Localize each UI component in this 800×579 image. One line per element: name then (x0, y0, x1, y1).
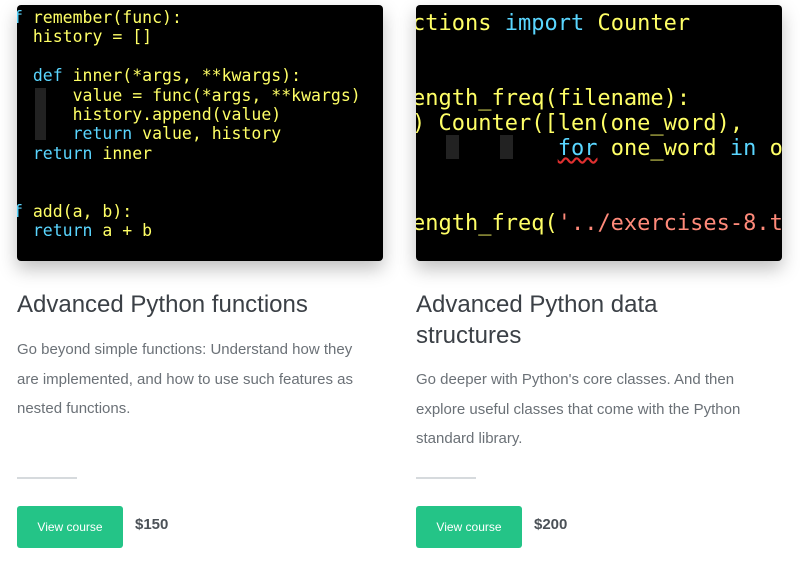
view-course-button[interactable]: View course (416, 506, 522, 548)
view-course-button[interactable]: View course (17, 506, 123, 548)
course-list: f remember(func): history = [] def inner… (0, 0, 800, 579)
course-thumbnail-code[interactable]: ctions import Counter ength_freq(filenam… (416, 5, 782, 261)
course-thumbnail-code[interactable]: f remember(func): history = [] def inner… (17, 5, 383, 261)
course-price: $200 (534, 516, 568, 533)
code-snippet: ctions import Counter ength_freq(filenam… (416, 11, 782, 236)
course-title[interactable]: Advanced Python data structures (416, 289, 746, 351)
divider (416, 477, 476, 479)
divider (17, 477, 77, 479)
code-snippet: f remember(func): history = [] def inner… (17, 8, 361, 241)
course-price: $150 (135, 516, 169, 533)
course-description: Go beyond simple functions: Understand h… (17, 341, 354, 417)
course-title[interactable]: Advanced Python functions (17, 289, 377, 320)
course-description: Go deeper with Python's core classes. An… (416, 371, 741, 447)
